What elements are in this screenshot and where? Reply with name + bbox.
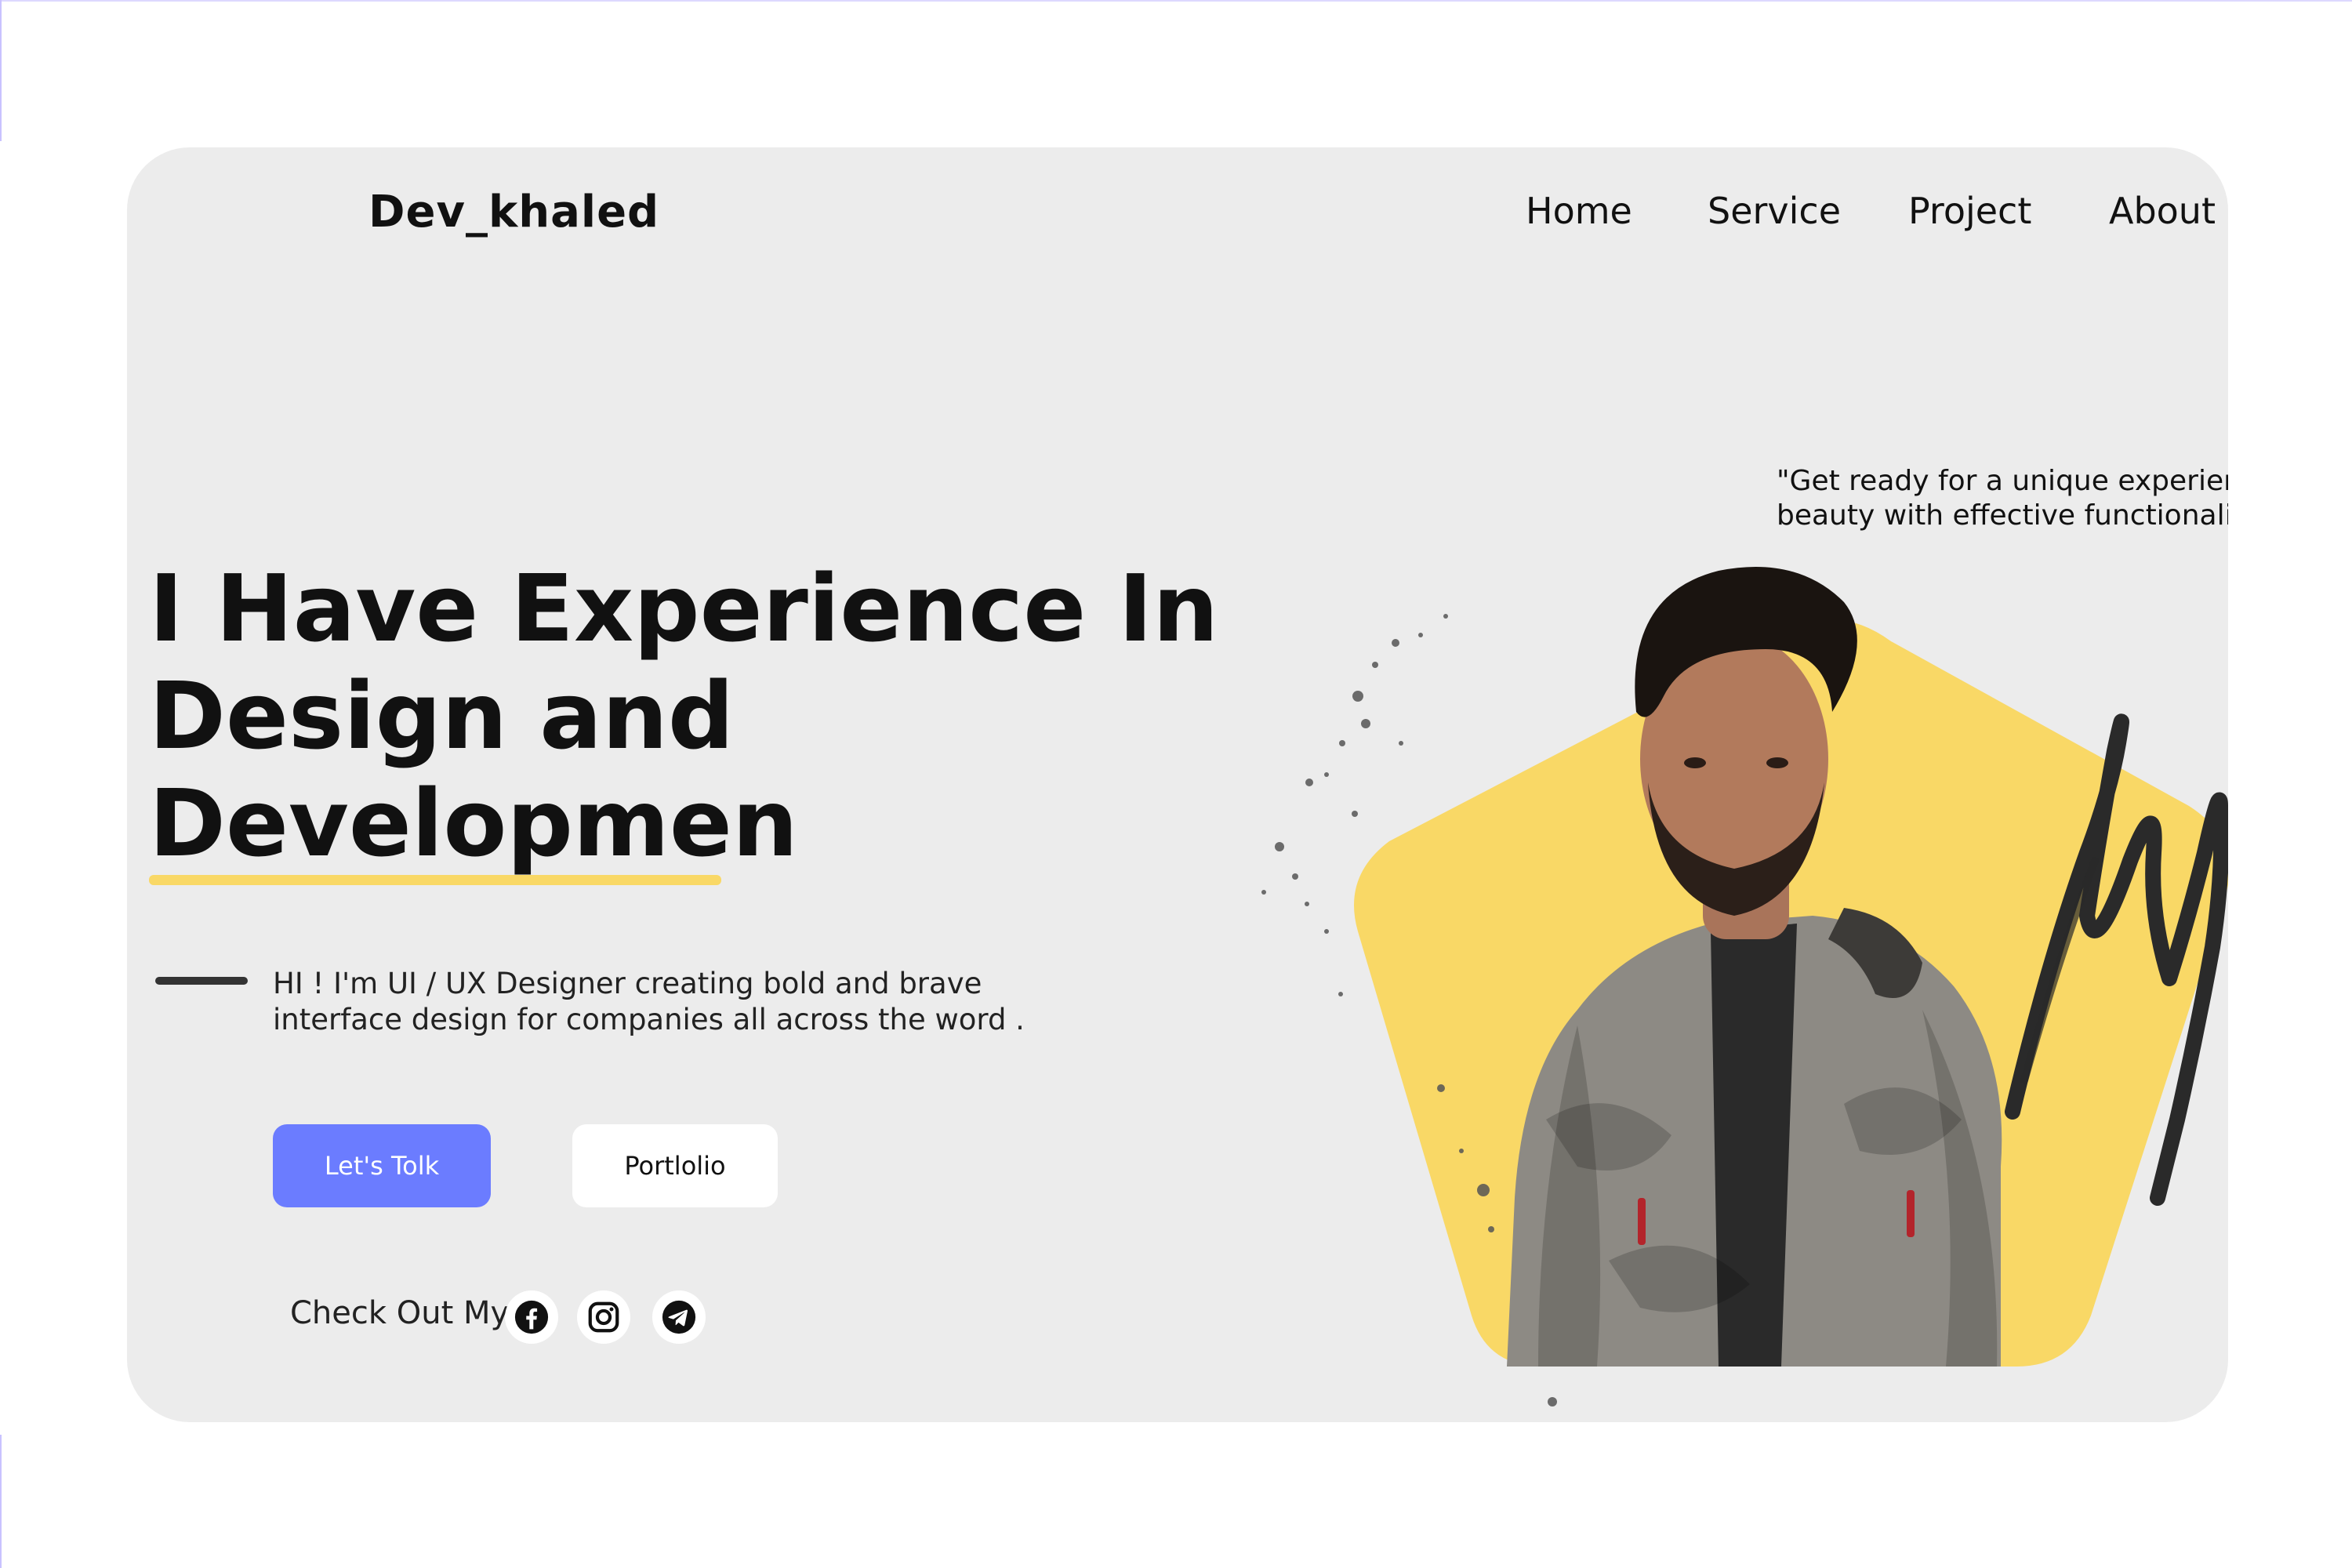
left-edge-line — [0, 0, 2, 141]
telegram-icon[interactable] — [652, 1290, 706, 1344]
page: Dev_khaled Home Service Project About I … — [0, 0, 2352, 1568]
nav-item-home[interactable]: Home — [1526, 190, 1632, 232]
headline-line: I Have Experience In — [149, 554, 1219, 662]
lets-talk-button[interactable]: Let's Tolk — [273, 1124, 491, 1207]
hero-card: Dev_khaled Home Service Project About I … — [127, 147, 2228, 1422]
nav-item-about[interactable]: About — [2109, 190, 2216, 232]
social-label: Check Out My — [290, 1295, 510, 1331]
intro-text: HI ! I'm UI / UX Designer creating bold … — [273, 967, 1025, 1036]
headline-underline — [149, 875, 721, 885]
top-edge-line — [0, 0, 2352, 2]
brand-logo[interactable]: Dev_khaled — [368, 187, 659, 238]
instagram-icon[interactable] — [577, 1290, 630, 1344]
hero-headline: I Have Experience In Design and Developm… — [149, 555, 1247, 877]
left-edge-line-bottom — [0, 1435, 2, 1568]
nav-item-service[interactable]: Service — [1708, 190, 1841, 232]
intro-dash — [155, 977, 248, 985]
hero-illustration — [1261, 567, 2228, 1406]
portfolio-button[interactable]: Portlolio — [572, 1124, 778, 1207]
headline-line: Developmen — [149, 769, 798, 877]
facebook-icon[interactable] — [505, 1290, 558, 1344]
nav-item-project[interactable]: Project — [1908, 190, 2031, 232]
headline-line: Design and — [149, 662, 735, 770]
